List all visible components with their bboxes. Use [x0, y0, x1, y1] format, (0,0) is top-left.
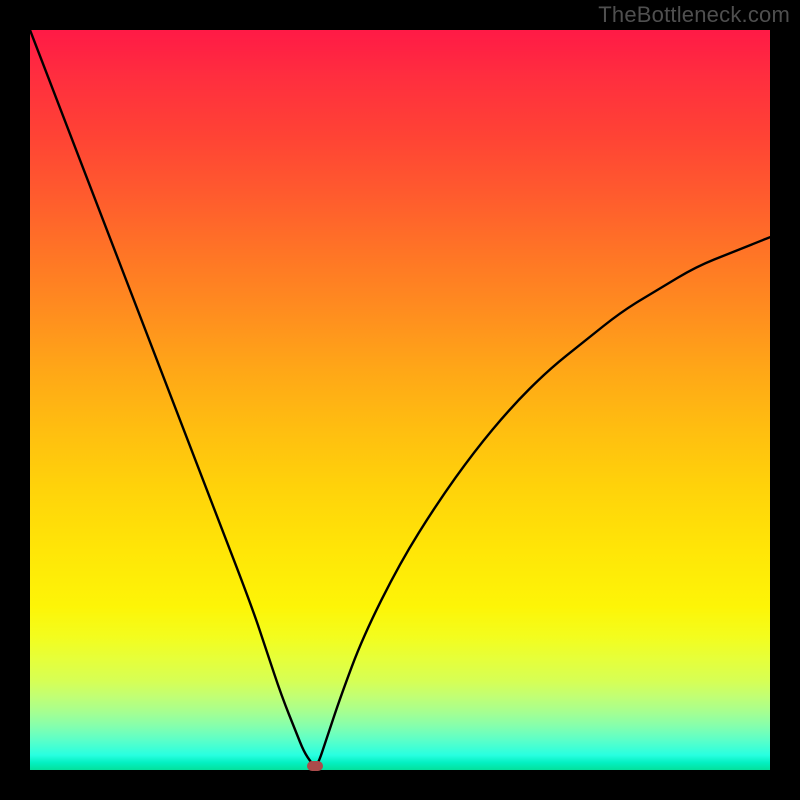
chart-frame: TheBottleneck.com	[0, 0, 800, 800]
plot-area	[30, 30, 770, 770]
vertex-marker	[307, 761, 323, 771]
watermark-text: TheBottleneck.com	[598, 2, 790, 28]
bottleneck-curve	[30, 30, 770, 770]
